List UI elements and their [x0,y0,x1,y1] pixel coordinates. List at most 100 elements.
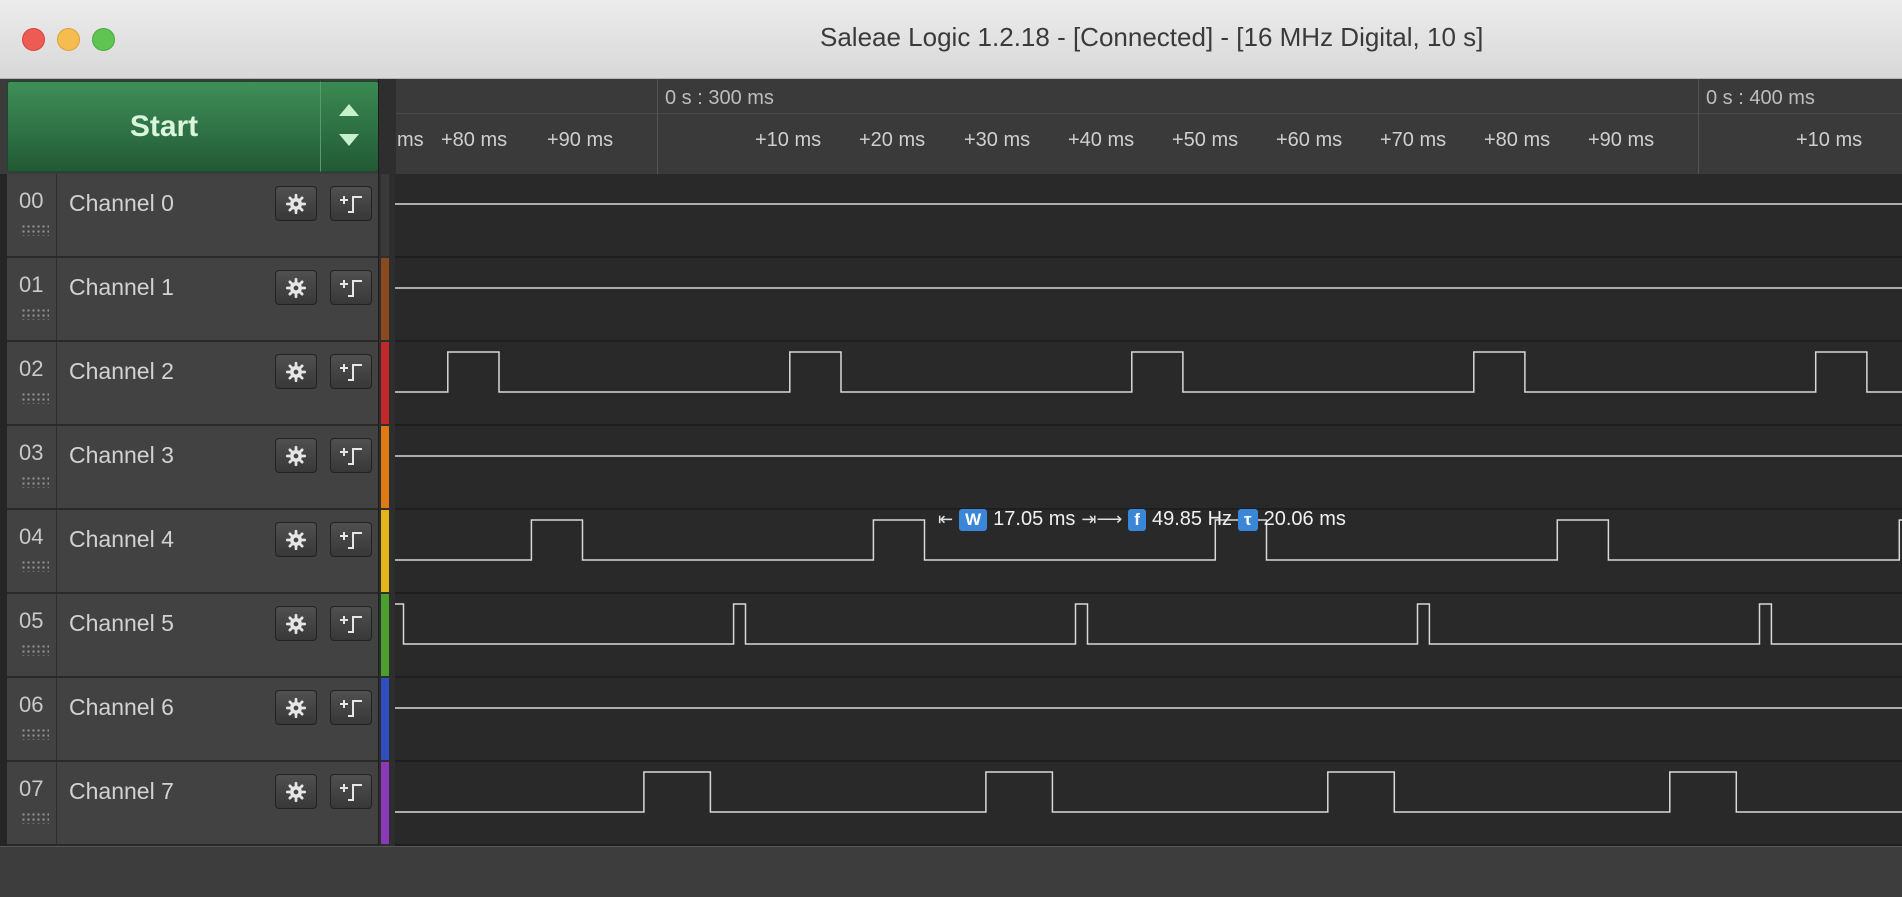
channel-name: Channel 2 [69,358,174,384]
channel-waveform[interactable] [395,678,1902,762]
frequency-value: 49.85 Hz [1151,508,1233,530]
channel-number: 07 [19,776,44,801]
rising-edge-trigger-icon [340,195,362,213]
tick-label: +40 ms [1068,129,1135,151]
channel-settings-button[interactable] [275,606,317,641]
drag-handle-icon[interactable] [21,812,49,824]
channel-header[interactable]: 04 Channel 4 [7,510,378,594]
waveform-svg [395,771,1902,813]
channel-name: Channel 7 [69,778,174,804]
trigger-button[interactable] [330,270,372,305]
start-button[interactable]: Start [7,81,321,172]
start-options-button[interactable] [320,81,379,172]
time-ruler[interactable]: 0 s : 300 ms 0 s : 400 ms ms +80 ms +90 … [395,79,1902,174]
drag-handle-icon[interactable] [21,392,49,404]
bottom-panel [0,846,1902,897]
channel-header[interactable]: 00 Channel 0 [7,174,378,258]
width-value: 17.05 ms [993,508,1076,530]
close-window-button[interactable] [22,28,45,51]
tick-label: +50 ms [1172,129,1239,151]
channel-header[interactable]: 06 Channel 6 [7,678,378,762]
channel-waveform[interactable] [395,174,1902,258]
minimize-window-button[interactable] [57,28,80,51]
channel-waveform[interactable] [395,258,1902,342]
drag-handle-icon[interactable] [21,476,49,488]
channel-settings-button[interactable] [275,438,317,473]
channel-header[interactable]: 02 Channel 2 [7,342,378,426]
trigger-button[interactable] [330,186,372,221]
trigger-button[interactable] [330,606,372,641]
gear-icon [285,781,307,802]
drag-handle-icon[interactable] [21,224,49,236]
rising-edge-trigger-icon [340,531,362,549]
drag-handle-icon[interactable] [21,308,49,320]
gear-icon [285,277,307,298]
tick-label: +80 ms [1484,129,1551,151]
arrow-up-icon [339,104,359,116]
channel-header[interactable]: 03 Channel 3 [7,426,378,510]
channel-color-bar [381,258,389,340]
channel-number: 03 [19,440,44,465]
channel-settings-button[interactable] [275,186,317,221]
drag-handle-icon[interactable] [21,644,49,656]
window-title: Saleae Logic 1.2.18 - [Connected] - [16 … [820,22,1484,52]
marker-line [657,79,658,174]
trigger-button[interactable] [330,354,372,389]
channel-row-7: 07 Channel 7 [0,762,1902,846]
signal-line [395,771,1902,813]
period-value: 20.06 ms [1263,508,1346,530]
channel-waveform[interactable] [395,762,1902,846]
channel-name: Channel 4 [69,526,174,552]
channel-number: 02 [19,356,44,381]
channel-name: Channel 5 [69,610,174,636]
maximize-window-button[interactable] [92,28,115,51]
channel-header[interactable]: 05 Channel 5 [7,594,378,678]
trigger-button[interactable] [330,690,372,725]
waveform-svg [395,351,1902,393]
rising-edge-trigger-icon [340,783,362,801]
channel-name: Channel 6 [69,694,174,720]
channel-settings-button[interactable] [275,522,317,557]
frequency-icon: f [1128,508,1146,531]
channel-header[interactable]: 07 Channel 7 [7,762,378,846]
channel-waveform[interactable] [395,342,1902,426]
channel-number: 04 [19,524,44,549]
trigger-button[interactable] [330,438,372,473]
channel-settings-button[interactable] [275,690,317,725]
gear-icon [285,445,307,466]
channel-settings-button[interactable] [275,270,317,305]
drag-handle-icon[interactable] [21,560,49,572]
waveform-svg [395,603,1902,645]
width-icon: W [959,508,988,531]
trigger-button[interactable] [330,522,372,557]
gear-icon [285,697,307,718]
channel-number: 05 [19,608,44,633]
tick-label: +90 ms [547,129,614,151]
channel-waveform[interactable] [395,594,1902,678]
gear-icon [285,361,307,382]
channel-waveform[interactable] [395,426,1902,510]
waveform-svg [395,707,1902,709]
channel-name: Channel 0 [69,190,174,216]
tick-label: +30 ms [964,129,1031,151]
channel-color-bar [381,510,389,592]
tick-label: +20 ms [859,129,926,151]
drag-handle-icon[interactable] [21,728,49,740]
trigger-button[interactable] [330,774,372,809]
channel-header[interactable]: 01 Channel 1 [7,258,378,342]
signal-line [395,603,1902,645]
tick-label: +80 ms [441,129,508,151]
channel-color-bar [381,426,389,508]
channel-row-5: 05 Channel 5 [0,594,1902,678]
tick-label: +90 ms [1588,129,1655,151]
channel-row-2: 02 Channel 2 [0,342,1902,426]
channel-settings-button[interactable] [275,354,317,389]
channel-row-6: 06 Channel 6 [0,678,1902,762]
channel-name: Channel 3 [69,442,174,468]
tick-label: +70 ms [1380,129,1447,151]
waveform-svg [395,455,1902,457]
tick-label: +10 ms [755,129,822,151]
gear-icon [285,613,307,634]
channel-settings-button[interactable] [275,774,317,809]
title-bar: Saleae Logic 1.2.18 - [Connected] - [16 … [0,0,1902,79]
